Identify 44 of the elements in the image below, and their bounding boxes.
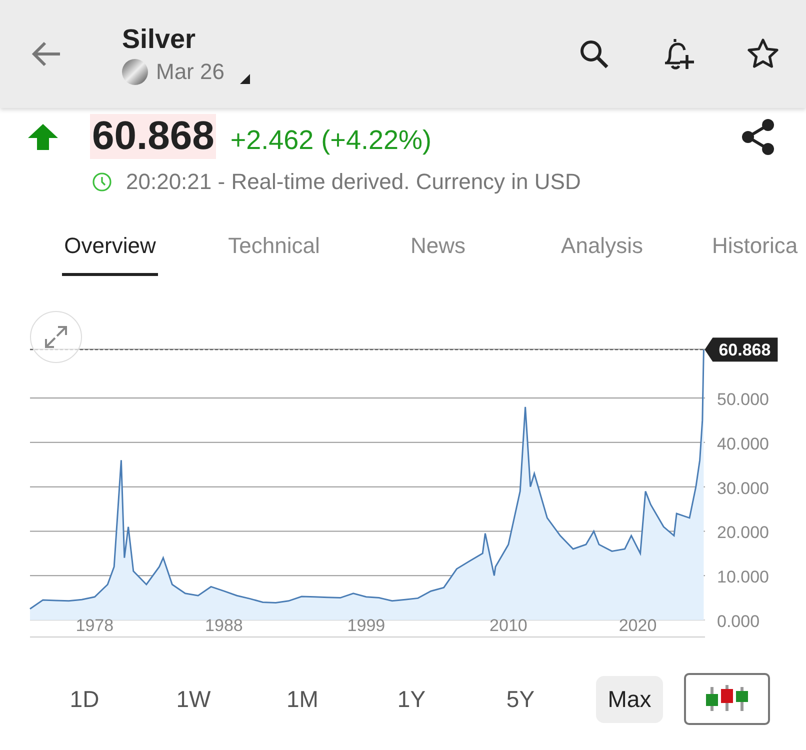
axis-label: 2020	[618, 616, 657, 635]
quote-status: 20:20:21 - Real-time derived. Currency in USD	[126, 169, 581, 195]
tab[interactable]: Historica	[710, 221, 800, 276]
axis-label: 30.000	[717, 478, 769, 498]
range-button[interactable]: 1D	[58, 676, 112, 722]
range-button[interactable]: 1W	[164, 676, 223, 722]
share-button[interactable]	[740, 118, 776, 156]
coin-icon	[122, 58, 148, 84]
expand-icon	[42, 323, 70, 351]
axis-label: 0.000	[717, 612, 760, 631]
range-button[interactable]: 1Y	[385, 676, 438, 722]
axis-label: 10.000	[717, 568, 769, 587]
axis-label: 20.000	[717, 523, 769, 542]
instrument-title: Silver	[122, 24, 197, 54]
tab[interactable]: Analysis	[559, 221, 645, 276]
star-icon	[746, 37, 780, 71]
axis-label: 40.000	[717, 434, 769, 454]
axis-label: 1978	[76, 616, 114, 635]
axis-label: 2010	[490, 616, 528, 635]
range-button[interactable]: 1M	[274, 676, 330, 722]
axis-label: 1988	[205, 616, 243, 635]
search-icon	[578, 38, 610, 70]
search-button[interactable]	[578, 38, 610, 70]
tab[interactable]: Technical	[226, 221, 322, 276]
dropdown-icon	[240, 74, 250, 84]
axis-label: 50.000	[717, 390, 769, 410]
share-icon	[740, 118, 776, 156]
back-arrow-icon	[30, 40, 62, 68]
tab[interactable]: News	[408, 221, 468, 276]
range-button[interactable]: 5Y	[494, 676, 547, 722]
favorite-button[interactable]	[746, 37, 780, 71]
tab[interactable]: Overview	[62, 221, 158, 276]
axis-label: 1999	[347, 616, 386, 635]
price: 60.868	[90, 114, 216, 159]
candlestick-icon	[706, 685, 748, 713]
expand-button[interactable]	[30, 311, 82, 363]
price-tag: 60.868	[704, 338, 778, 362]
chart-type-button[interactable]	[684, 673, 770, 725]
back-button[interactable]	[30, 40, 62, 68]
range-button[interactable]: Max	[596, 676, 664, 722]
clock-icon	[92, 172, 112, 192]
price-change: +2.462 (+4.22%)	[230, 125, 432, 156]
contract-selector[interactable]: Mar 26	[122, 58, 578, 84]
annotation: 60.868	[718, 340, 771, 360]
